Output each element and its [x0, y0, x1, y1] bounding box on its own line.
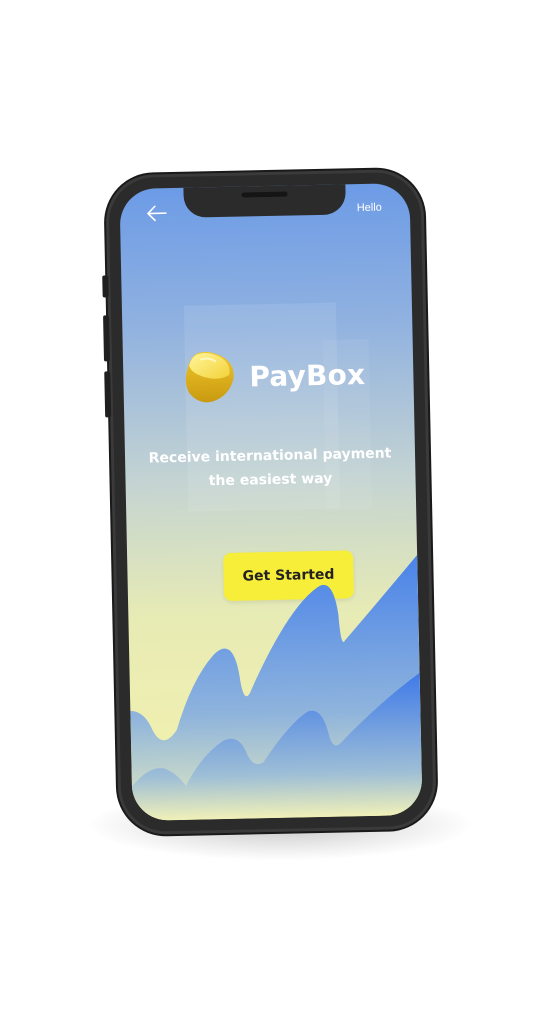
- app-screen: Hello PayBox Receive international payme…: [119, 183, 423, 821]
- brand-name: PayBox: [249, 357, 366, 393]
- speaker-grille: [241, 191, 288, 198]
- mute-switch: [102, 275, 109, 298]
- notch: [183, 183, 346, 218]
- back-button[interactable]: [144, 202, 170, 225]
- arrow-left-icon: [147, 205, 167, 222]
- hero-tagline: Receive international payment the easies…: [148, 445, 392, 490]
- volume-up-button: [103, 315, 111, 362]
- yellow-cube-logo-icon: [185, 352, 234, 403]
- hello-label[interactable]: Hello: [357, 202, 382, 215]
- phone-frame: Hello PayBox Receive international payme…: [102, 168, 437, 836]
- volume-down-button: [104, 371, 112, 418]
- decorative-waves: [130, 554, 423, 821]
- brand-row: PayBox: [179, 344, 366, 408]
